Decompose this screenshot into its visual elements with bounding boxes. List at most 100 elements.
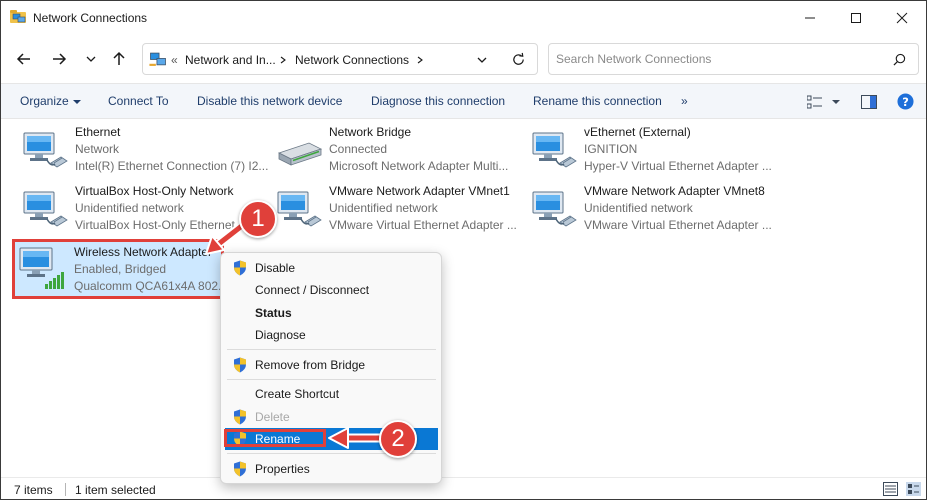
breadcrumb-overflow[interactable]: «	[171, 53, 178, 67]
connections-list: Ethernet Network Intel(R) Ethernet Conne…	[1, 119, 926, 477]
organize-menu[interactable]: Organize	[20, 94, 81, 108]
address-row: « Network and In... Network Connections	[1, 35, 926, 83]
connection-name: Ethernet	[75, 125, 121, 139]
status-bar: 7 items 1 item selected	[1, 477, 926, 499]
connection-status: Enabled, Bridged	[74, 262, 167, 276]
network-adapter-icon	[21, 186, 69, 234]
connection-status: Unidentified network	[329, 201, 438, 215]
preview-pane-icon[interactable]	[861, 95, 877, 109]
uac-shield-icon	[233, 409, 247, 425]
arrow-right-icon	[53, 53, 67, 65]
connection-device: VMware Virtual Ethernet Adapter ...	[584, 218, 772, 232]
arrow-left-icon	[16, 53, 30, 65]
caret-down-icon	[72, 99, 81, 104]
connection-item-vmnet1[interactable]: VMware Network Adapter VMnet1 Unidentifi…	[271, 184, 521, 240]
connection-device: Intel(R) Ethernet Connection (7) I2...	[75, 159, 269, 173]
view-options-icon[interactable]	[807, 95, 823, 109]
menu-item-remove-from-bridge[interactable]: Remove from Bridge	[225, 354, 438, 376]
uac-shield-icon	[233, 461, 247, 477]
connection-status: IGNITION	[584, 142, 638, 156]
tiles-view-icon[interactable]	[906, 482, 921, 496]
rename-highlight-box	[224, 429, 326, 447]
connection-name: Wireless Network Adapter	[74, 245, 213, 259]
refresh-icon[interactable]	[511, 52, 526, 67]
close-button[interactable]	[879, 1, 925, 34]
svg-text:?: ?	[902, 95, 909, 109]
connection-item-vethernet-external[interactable]: vEthernet (External) IGNITION Hyper-V Vi…	[526, 125, 776, 181]
connection-name: VirtualBox Host-Only Network	[75, 184, 234, 198]
uac-shield-icon	[233, 357, 247, 373]
details-view-icon[interactable]	[883, 482, 898, 496]
network-bridge-icon	[277, 142, 323, 166]
connection-status: Unidentified network	[75, 201, 184, 215]
minimize-icon	[805, 17, 815, 18]
step2-arrow-icon	[328, 427, 386, 449]
diagnose-connection-button[interactable]: Diagnose this connection	[371, 94, 505, 108]
connection-device: Microsoft Network Adapter Multi...	[329, 159, 509, 173]
address-dropdown-icon[interactable]	[476, 54, 488, 66]
rename-connection-button[interactable]: Rename this connection	[533, 94, 662, 108]
connection-status: Network	[75, 142, 120, 156]
connection-name: Network Bridge	[329, 125, 412, 139]
network-connections-icon	[149, 52, 166, 66]
connect-to-button[interactable]: Connect To	[108, 94, 169, 108]
arrow-up-icon	[113, 51, 125, 65]
title-bar: Network Connections	[1, 1, 926, 35]
menu-separator	[227, 379, 436, 380]
window-title: Network Connections	[33, 11, 148, 25]
maximize-button[interactable]	[833, 1, 879, 34]
command-bar: Organize Connect To Disable this network…	[1, 83, 926, 119]
connection-item-vmnet8[interactable]: VMware Network Adapter VMnet8 Unidentifi…	[526, 184, 776, 240]
connection-name: vEthernet (External)	[584, 125, 691, 139]
connection-item-wireless[interactable]: Wireless Network Adapter Enabled, Bridge…	[12, 239, 224, 299]
disable-device-button[interactable]: Disable this network device	[197, 94, 342, 108]
menu-item-status[interactable]: Status	[225, 302, 438, 324]
connection-device: Qualcomm QCA61x4A 802.1...	[74, 279, 222, 293]
breadcrumb-chevron-icon	[280, 56, 286, 64]
connection-name: VMware Network Adapter VMnet8	[584, 184, 765, 198]
menu-item-connect-disconnect[interactable]: Connect / Disconnect	[225, 279, 438, 301]
connection-item-ethernet[interactable]: Ethernet Network Intel(R) Ethernet Conne…	[17, 125, 268, 181]
network-adapter-icon	[21, 127, 69, 175]
breadcrumb-network-and-internet[interactable]: Network and In...	[185, 53, 276, 67]
network-adapter-icon	[275, 186, 323, 234]
menu-item-create-shortcut[interactable]: Create Shortcut	[225, 383, 438, 405]
uac-shield-icon	[233, 260, 247, 276]
search-box[interactable]	[548, 43, 919, 75]
back-button[interactable]	[13, 48, 35, 70]
connection-name: VMware Network Adapter VMnet1	[329, 184, 510, 198]
step2-badge: 2	[379, 420, 417, 458]
breadcrumb-network-connections[interactable]: Network Connections	[295, 53, 409, 67]
network-folder-icon	[10, 10, 26, 23]
more-commands-button[interactable]: »	[681, 94, 688, 108]
maximize-icon	[851, 12, 861, 23]
search-input[interactable]	[556, 52, 876, 66]
menu-item-diagnose[interactable]: Diagnose	[225, 324, 438, 346]
breadcrumb-chevron-icon	[417, 56, 423, 64]
connection-device: VMware Virtual Ethernet Adapter ...	[329, 218, 517, 232]
selection-count: 1 item selected	[75, 483, 156, 497]
connection-item-network-bridge[interactable]: Network Bridge Connected Microsoft Netwo…	[271, 125, 521, 181]
connection-status: Unidentified network	[584, 201, 693, 215]
status-divider	[65, 483, 66, 496]
up-button[interactable]	[108, 48, 130, 70]
network-adapter-icon	[530, 127, 578, 175]
connection-status: Connected	[329, 142, 388, 156]
chevron-down-icon	[86, 56, 96, 62]
connection-device: Hyper-V Virtual Ethernet Adapter ...	[584, 159, 772, 173]
close-icon	[896, 12, 908, 23]
menu-item-properties[interactable]: Properties	[225, 458, 438, 480]
step1-badge: 1	[239, 200, 277, 238]
address-bar[interactable]: « Network and In... Network Connections	[142, 43, 538, 75]
network-connections-window: Network Connections « Network and In... …	[0, 0, 927, 500]
forward-button[interactable]	[48, 48, 70, 70]
search-icon	[893, 53, 906, 66]
menu-separator	[227, 349, 436, 350]
help-icon[interactable]: ?	[897, 93, 914, 110]
view-dropdown-icon[interactable]	[832, 99, 840, 105]
item-count: 7 items	[14, 483, 53, 497]
wireless-adapter-icon	[19, 247, 64, 289]
minimize-button[interactable]	[787, 1, 833, 34]
network-adapter-icon	[530, 186, 578, 234]
recent-locations-button[interactable]	[80, 48, 102, 70]
